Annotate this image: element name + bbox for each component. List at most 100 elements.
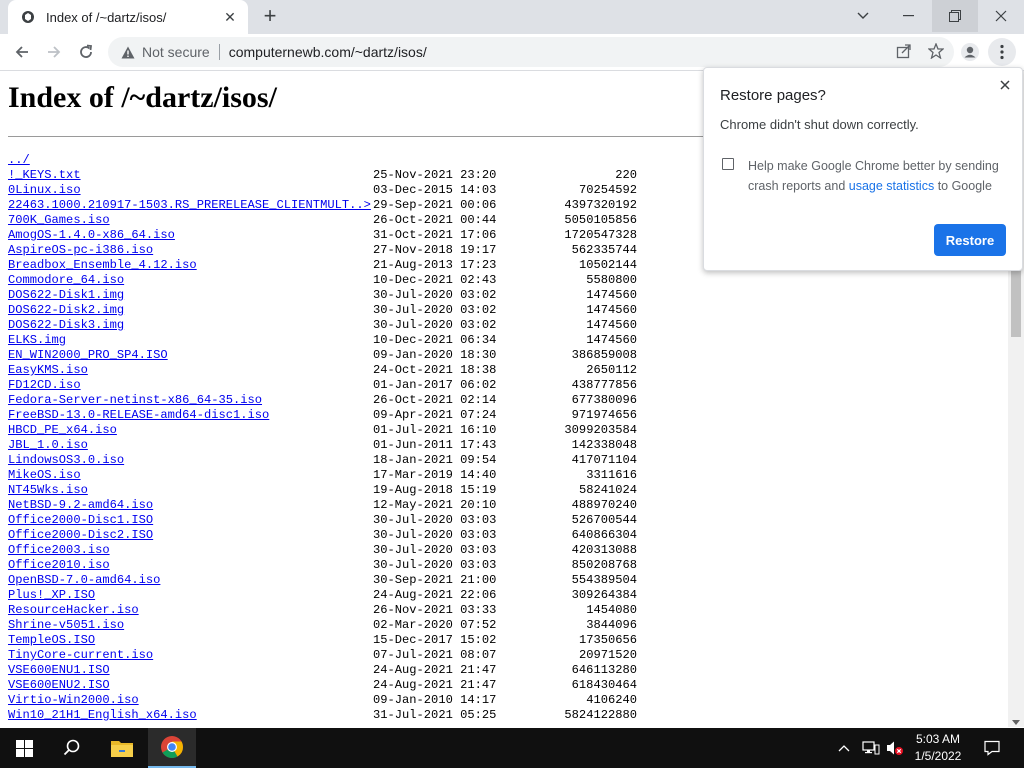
file-link[interactable]: EN_WIN2000_PRO_SP4.ISO [8,348,168,363]
taskbar: 5:03 AM 1/5/2022 [0,728,1024,768]
file-size: 971974656 [571,408,637,422]
chrome-menu-icon[interactable] [988,38,1016,66]
taskbar-clock[interactable]: 5:03 AM 1/5/2022 [912,731,964,765]
scrollbar-thumb[interactable] [1011,267,1021,337]
file-link[interactable]: 700K_Games.iso [8,213,110,228]
file-link[interactable]: NetBSD-9.2-amd64.iso [8,498,153,513]
file-link[interactable]: EasyKMS.iso [8,363,88,378]
file-size: 2650112 [586,363,637,377]
browser-tab[interactable]: Index of /~dartz/isos/ ✕ [8,0,248,34]
scroll-down-arrow-icon[interactable] [1012,720,1020,725]
crash-report-checkbox[interactable] [722,158,734,170]
file-size: 5824122880 [564,708,637,722]
file-link[interactable]: FreeBSD-13.0-RELEASE-amd64-disc1.iso [8,408,269,423]
file-link[interactable]: TempleOS.ISO [8,633,95,648]
file-link[interactable]: MikeOS.iso [8,468,81,483]
file-link[interactable]: Office2010.iso [8,558,110,573]
notifications-icon[interactable] [984,740,1000,756]
checkbox-label-tail: to Google [934,179,992,193]
file-link[interactable]: AspireOS-pc-i386.iso [8,243,153,258]
new-tab-button[interactable]: + [258,5,282,28]
file-size: 142338048 [571,438,637,452]
checkbox-label: Help make Google Chrome better by sendin… [748,156,1010,196]
file-link[interactable]: VSE600ENU1.ISO [8,663,110,678]
server-favicon-icon [20,9,36,25]
windows-start-icon[interactable] [0,728,48,768]
file-size: 850208768 [571,558,637,572]
file-size: 386859008 [571,348,637,362]
tab-search-icon[interactable] [840,0,886,32]
warning-icon[interactable] [120,44,136,60]
file-link[interactable]: DOS622-Disk3.img [8,318,124,333]
back-arrow-icon[interactable] [8,38,36,66]
restore-button[interactable]: Restore [934,224,1006,256]
file-size: 618430464 [571,678,637,692]
file-size: 3311616 [586,468,637,482]
file-size: 20971520 [578,648,637,662]
file-size: 1474560 [586,288,637,302]
file-link[interactable]: Win10_21H1_English_x64.iso [8,708,197,723]
close-dialog-icon[interactable] [996,76,1014,94]
file-link[interactable]: 0Linux.iso [8,183,81,198]
file-size: 220 [615,168,637,182]
reload-icon[interactable] [72,38,100,66]
file-link[interactable]: TinyCore-current.iso [8,648,153,663]
dialog-message: Chrome didn't shut down correctly. [720,117,919,132]
file-link[interactable]: Virtio-Win2000.iso [8,693,139,708]
file-link[interactable]: JBL_1.0.iso [8,438,88,453]
file-link[interactable]: ELKS.img [8,333,66,348]
file-link[interactable]: Office2000-Disc1.ISO [8,513,153,528]
file-link[interactable]: OpenBSD-7.0-amd64.iso [8,573,160,588]
file-link[interactable]: Breadbox_Ensemble_4.12.iso [8,258,197,273]
file-link[interactable]: AmogOS-1.4.0-x86_64.iso [8,228,175,243]
share-icon[interactable] [896,43,912,64]
volume-muted-icon[interactable] [886,740,904,756]
search-icon[interactable] [48,728,96,768]
address-bar[interactable]: Not secure computernewb.com/~dartz/isos/ [108,37,954,67]
tab-strip: Index of /~dartz/isos/ ✕ + [0,0,1024,34]
parent-directory-link[interactable]: ../ [8,153,30,168]
close-tab-icon[interactable]: ✕ [222,9,238,25]
file-link[interactable]: NT45Wks.iso [8,483,88,498]
file-link[interactable]: Office2000-Disc2.ISO [8,528,153,543]
restore-pages-dialog: Restore pages? Chrome didn't shut down c… [703,67,1023,271]
file-size: 1720547328 [564,228,637,242]
file-link[interactable]: Commodore_64.iso [8,273,124,288]
close-window-icon[interactable] [978,0,1024,32]
url-text[interactable]: computernewb.com/~dartz/isos/ [229,44,427,60]
file-link[interactable]: FD12CD.iso [8,378,81,393]
restore-window-icon[interactable] [932,0,978,32]
file-size: 10502144 [578,258,637,272]
profile-avatar-icon[interactable] [956,38,984,66]
file-link[interactable]: 22463.1000.210917-1503.RS_PRERELEASE_CLI… [8,198,371,213]
file-size: 677380096 [571,393,637,407]
show-hidden-icons-chevron-icon[interactable] [838,740,850,756]
clock-time: 5:03 AM [915,732,961,746]
file-link[interactable]: DOS622-Disk2.img [8,303,124,318]
file-link[interactable]: LindowsOS3.0.iso [8,453,124,468]
file-size: 562335744 [571,243,637,257]
chrome-taskbar-icon[interactable] [148,728,196,768]
file-link[interactable]: !_KEYS.txt [8,168,81,183]
forward-arrow-icon[interactable] [40,38,68,66]
file-size: 5580800 [586,273,637,287]
security-label[interactable]: Not secure [142,44,210,60]
file-size: 70254592 [578,183,637,197]
file-link[interactable]: Office2003.iso [8,543,110,558]
file-explorer-icon[interactable] [98,728,146,768]
usage-statistics-link[interactable]: usage statistics [849,179,934,193]
network-icon[interactable] [862,740,880,756]
file-link[interactable]: VSE600ENU2.ISO [8,678,110,693]
divider [218,44,220,60]
file-link[interactable]: DOS622-Disk1.img [8,288,124,303]
file-link[interactable]: ResourceHacker.iso [8,603,139,618]
file-link[interactable]: Shrine-v5051.iso [8,618,124,633]
bookmark-star-icon[interactable] [927,42,945,64]
minimize-icon[interactable] [886,0,932,32]
file-link[interactable]: Plus!_XP.ISO [8,588,95,603]
file-size: 417071104 [571,453,637,467]
file-size: 4397320192 [564,198,637,212]
file-link[interactable]: Fedora-Server-netinst-x86_64-35.iso [8,393,262,408]
file-size: 488970240 [571,498,637,512]
file-link[interactable]: HBCD_PE_x64.iso [8,423,117,438]
